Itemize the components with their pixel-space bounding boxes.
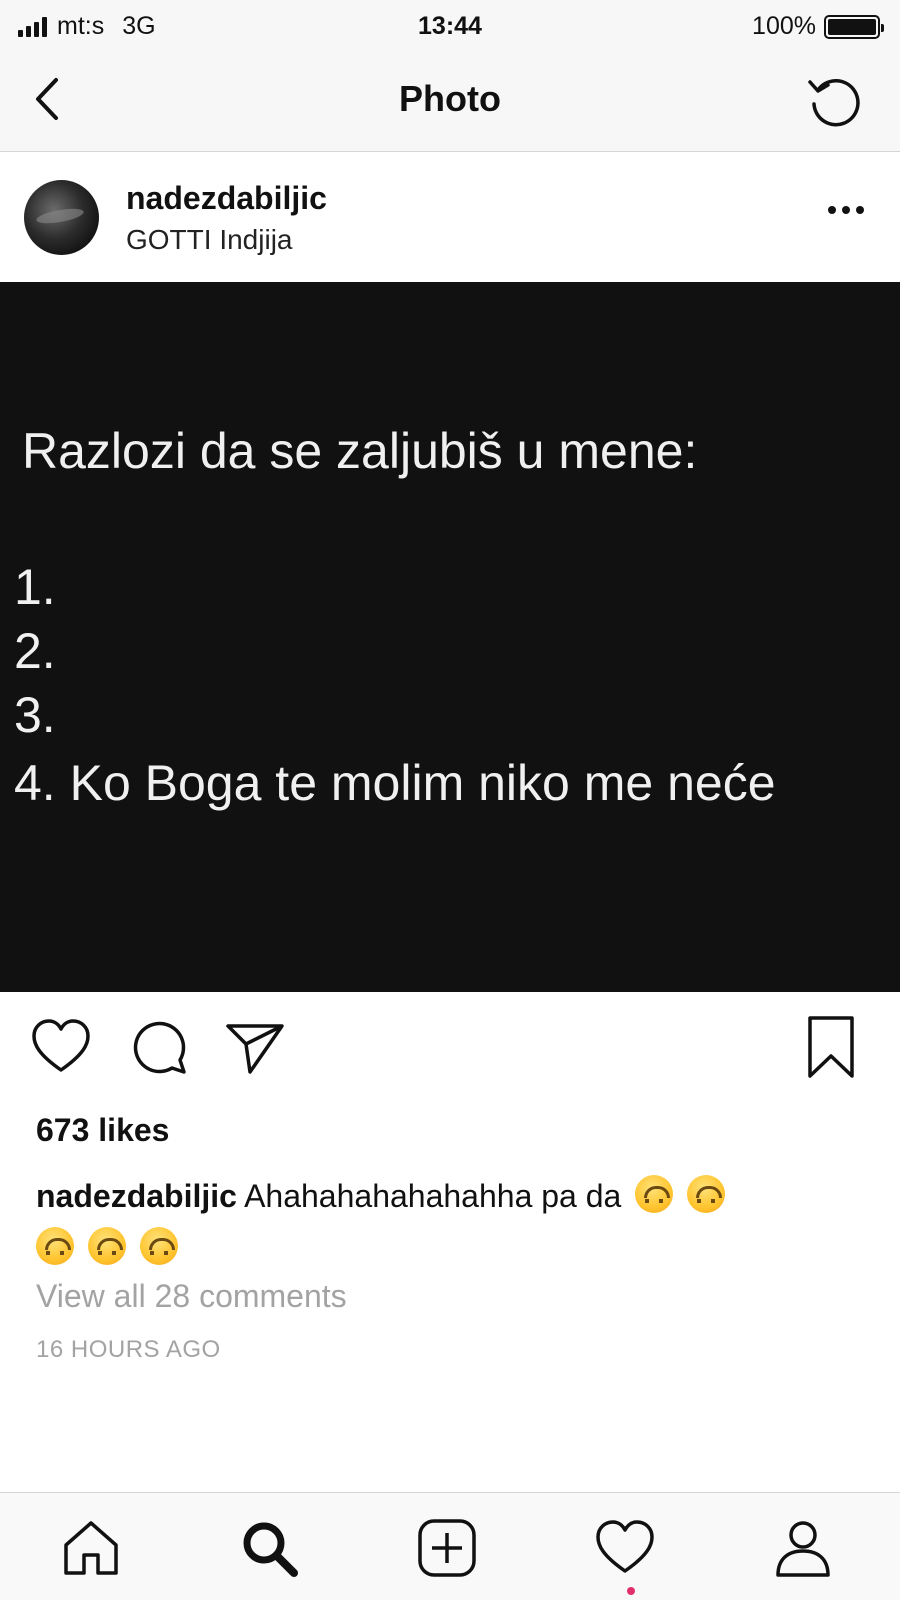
post-actions [0,992,900,1102]
status-right: 100% [752,12,884,41]
more-horizontal-icon[interactable] [826,204,866,216]
likes-count[interactable]: 673 likes [36,1112,169,1149]
page-title: Photo [399,78,501,119]
caption-text: Ahahahahahahahha pa da [244,1178,622,1214]
image-heading: Razlozi da se zaljubiš u mene: [22,423,698,479]
heart-icon[interactable] [28,1014,94,1080]
image-item-3: 3. [14,687,56,743]
bookmark-icon[interactable] [806,1014,856,1080]
refresh-icon[interactable] [804,70,864,130]
post-header: nadezdabiljic GOTTI Indjija [0,152,900,282]
upside-down-face-emoji [36,1227,74,1265]
comment-icon[interactable] [126,1014,192,1080]
battery-icon [824,14,884,39]
upside-down-face-emoji [635,1175,674,1213]
view-all-comments-link[interactable]: View all 28 comments [36,1278,347,1315]
battery-percent: 100% [752,12,816,40]
upside-down-face-emoji [88,1227,126,1265]
activity-indicator-dot [627,1587,635,1595]
activity-heart-icon[interactable] [592,1515,658,1581]
image-item-2: 2. [14,623,56,679]
post-location[interactable]: GOTTI Indjija [126,224,292,256]
search-icon[interactable] [236,1515,302,1581]
post-image[interactable]: Razlozi da se zaljubiš u mene: 1. 2. 3. … [0,282,900,992]
avatar[interactable] [24,180,99,255]
upside-down-face-emoji [687,1175,726,1213]
send-icon[interactable] [222,1014,288,1080]
post-username[interactable]: nadezdabiljic [126,180,327,217]
tab-bar [0,1492,900,1600]
image-item-4: 4. Ko Boga te molim niko me neće [14,755,776,811]
status-bar: mt:s 3G 13:44 100% [0,0,900,50]
profile-icon[interactable] [770,1515,836,1581]
home-icon[interactable] [58,1515,124,1581]
caption-username[interactable]: nadezdabiljic [36,1178,237,1214]
post-timestamp: 16 HOURS AGO [36,1336,221,1363]
image-item-1: 1. [14,559,56,615]
nav-bar: Photo [0,50,900,152]
add-post-icon[interactable] [414,1515,480,1581]
post-caption: nadezdabiljic Ahahahahahahahha pa da [36,1170,866,1274]
upside-down-face-emoji [140,1227,178,1265]
